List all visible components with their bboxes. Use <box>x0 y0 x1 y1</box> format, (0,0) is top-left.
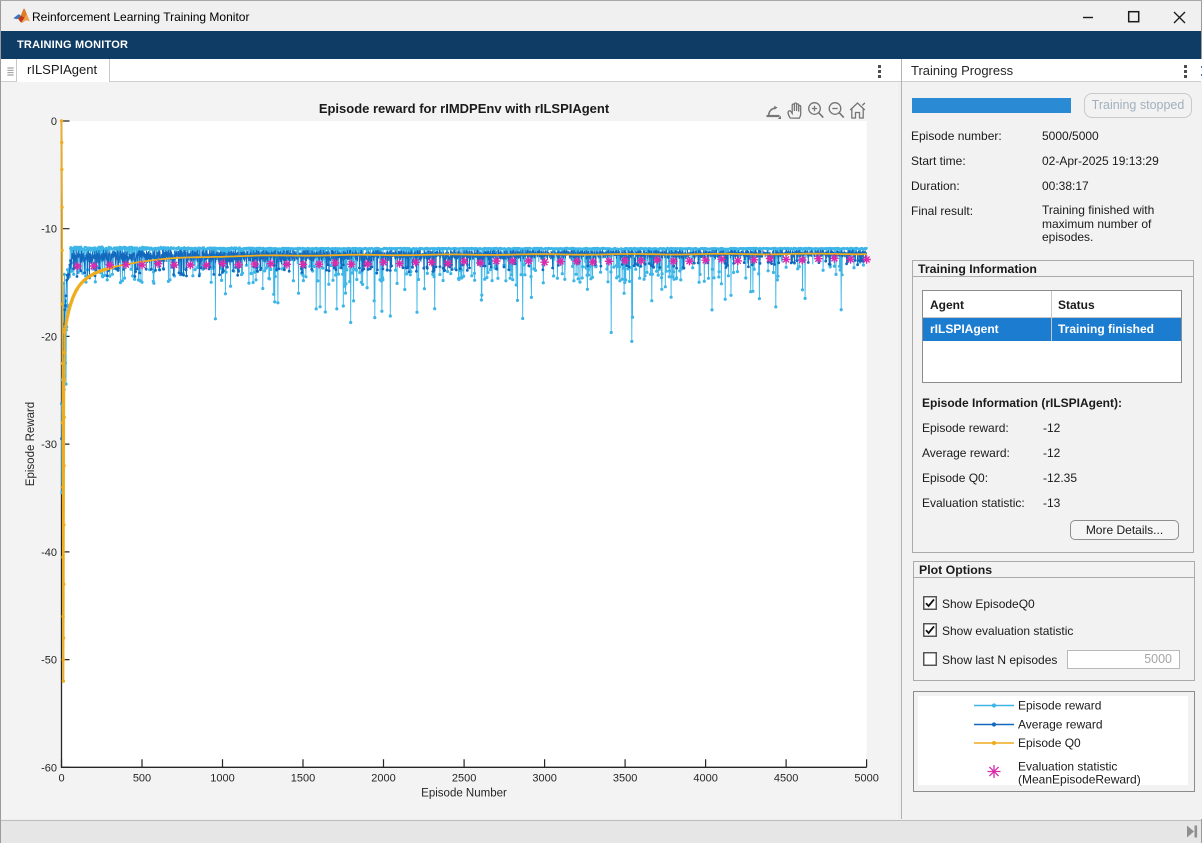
svg-text:-50: -50 <box>41 655 57 667</box>
svg-text:5000: 5000 <box>854 773 878 785</box>
svg-text:Episode reward: Episode reward <box>1018 699 1101 713</box>
svg-text:500: 500 <box>133 773 151 785</box>
svg-text:4500: 4500 <box>774 773 798 785</box>
svg-text:2000: 2000 <box>371 773 395 785</box>
svg-text:Episode Number: Episode Number <box>421 788 507 800</box>
svg-text:0: 0 <box>58 773 64 785</box>
svg-text:-20: -20 <box>41 331 57 343</box>
svg-text:Episode Q0: Episode Q0 <box>1018 736 1081 750</box>
svg-text:-30: -30 <box>41 439 57 451</box>
svg-text:2500: 2500 <box>452 773 476 785</box>
svg-text:3000: 3000 <box>532 773 556 785</box>
svg-text:Evaluation statistic: Evaluation statistic <box>1018 760 1117 774</box>
svg-text:-40: -40 <box>41 547 57 559</box>
svg-text:0: 0 <box>51 116 57 128</box>
svg-text:Average reward: Average reward <box>1018 718 1103 732</box>
svg-text:(MeanEpisodeReward): (MeanEpisodeReward) <box>1018 773 1141 787</box>
svg-text:Episode Reward: Episode Reward <box>25 402 37 486</box>
svg-text:3500: 3500 <box>613 773 637 785</box>
svg-text:1500: 1500 <box>291 773 315 785</box>
svg-text:Episode reward for rIMDPEnv wi: Episode reward for rIMDPEnv with rILSPIA… <box>319 101 610 116</box>
svg-text:-10: -10 <box>41 224 57 236</box>
svg-text:4000: 4000 <box>693 773 717 785</box>
svg-text:1000: 1000 <box>210 773 234 785</box>
svg-text:-60: -60 <box>41 762 57 774</box>
